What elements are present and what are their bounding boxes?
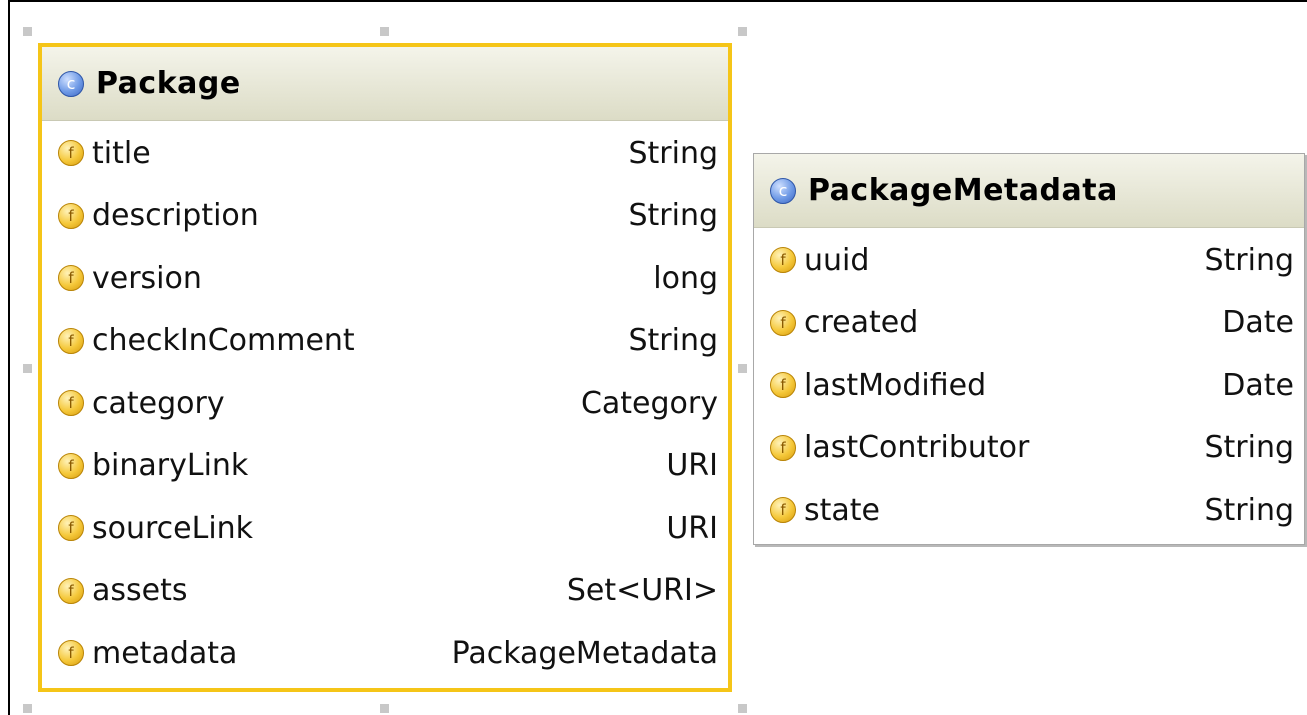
field-name: lastContributor	[804, 430, 1030, 466]
field-row[interactable]: f metadata PackageMetadata	[42, 622, 728, 685]
field-row[interactable]: f state String	[754, 479, 1304, 542]
field-icon: f	[58, 265, 84, 292]
field-row[interactable]: f lastContributor String	[754, 417, 1304, 480]
field-name: metadata	[92, 635, 238, 671]
field-icon: f	[770, 309, 796, 336]
class-icon: c	[770, 177, 796, 204]
canvas-frame-left	[8, 0, 10, 715]
field-row[interactable]: f created Date	[754, 292, 1304, 355]
field-icon: f	[58, 452, 84, 479]
field-row[interactable]: f binaryLink URI	[42, 435, 728, 498]
field-type: Date	[1222, 367, 1294, 403]
field-name: created	[804, 305, 919, 341]
field-type: Category	[580, 385, 718, 421]
field-icon: f	[770, 497, 796, 524]
diagram-canvas: c Package f title String f description String…	[0, 0, 1307, 715]
resize-handle-top-right[interactable]	[738, 27, 747, 36]
field-type: String	[1204, 242, 1294, 278]
field-name: checkInComment	[92, 323, 355, 359]
field-type: String	[628, 198, 718, 234]
field-row[interactable]: f description String	[42, 185, 728, 248]
field-icon: f	[770, 247, 796, 274]
field-icon: f	[58, 577, 84, 604]
field-type: URI	[666, 510, 718, 546]
field-name: sourceLink	[92, 510, 254, 546]
field-name: lastModified	[804, 367, 987, 403]
field-row[interactable]: f lastModified Date	[754, 354, 1304, 417]
class-box-package[interactable]: c Package f title String f description String…	[38, 43, 732, 692]
field-type: long	[653, 260, 718, 296]
field-type: String	[628, 323, 718, 359]
field-icon: f	[58, 640, 84, 667]
field-name: binaryLink	[92, 448, 249, 484]
field-name: state	[804, 492, 880, 528]
resize-handle-bottom-center[interactable]	[380, 704, 389, 713]
field-type: String	[1204, 492, 1294, 528]
field-type: PackageMetadata	[451, 635, 718, 671]
field-type: Date	[1222, 305, 1294, 341]
field-row[interactable]: f assets Set<URI>	[42, 560, 728, 623]
resize-handle-bottom-right[interactable]	[738, 704, 747, 713]
field-row[interactable]: f title String	[42, 122, 728, 185]
field-type: String	[628, 135, 718, 171]
resize-handle-bottom-left[interactable]	[23, 704, 32, 713]
resize-handle-top-left[interactable]	[23, 27, 32, 36]
resize-handle-top-center[interactable]	[380, 27, 389, 36]
field-list: f title String f description String f version lo…	[42, 121, 728, 685]
field-type: Set<URI>	[566, 573, 718, 609]
class-name: Package	[96, 66, 241, 101]
field-icon: f	[770, 434, 796, 461]
class-header: c Package	[42, 47, 728, 121]
canvas-frame-top	[8, 0, 1307, 2]
class-box-package-metadata[interactable]: c PackageMetadata f uuid String f created Dat…	[753, 153, 1305, 545]
field-icon: f	[58, 515, 84, 542]
field-type: URI	[666, 448, 718, 484]
field-type: String	[1204, 430, 1294, 466]
field-icon: f	[770, 372, 796, 399]
field-icon: f	[58, 202, 84, 229]
field-row[interactable]: f checkInComment String	[42, 310, 728, 373]
field-name: version	[92, 260, 202, 296]
field-list: f uuid String f created Date f lastModified Date…	[754, 228, 1304, 542]
class-icon: c	[58, 70, 84, 97]
class-header: c PackageMetadata	[754, 154, 1304, 228]
field-icon: f	[58, 390, 84, 417]
field-name: assets	[92, 573, 188, 609]
field-row[interactable]: f category Category	[42, 372, 728, 435]
field-name: title	[92, 135, 151, 171]
field-icon: f	[58, 140, 84, 167]
field-icon: f	[58, 327, 84, 354]
field-row[interactable]: f sourceLink URI	[42, 497, 728, 560]
field-name: uuid	[804, 242, 870, 278]
resize-handle-middle-right[interactable]	[738, 364, 747, 373]
field-row[interactable]: f uuid String	[754, 229, 1304, 292]
class-name: PackageMetadata	[808, 173, 1118, 208]
resize-handle-middle-left[interactable]	[23, 364, 32, 373]
field-name: category	[92, 385, 225, 421]
field-name: description	[92, 198, 259, 234]
field-row[interactable]: f version long	[42, 247, 728, 310]
